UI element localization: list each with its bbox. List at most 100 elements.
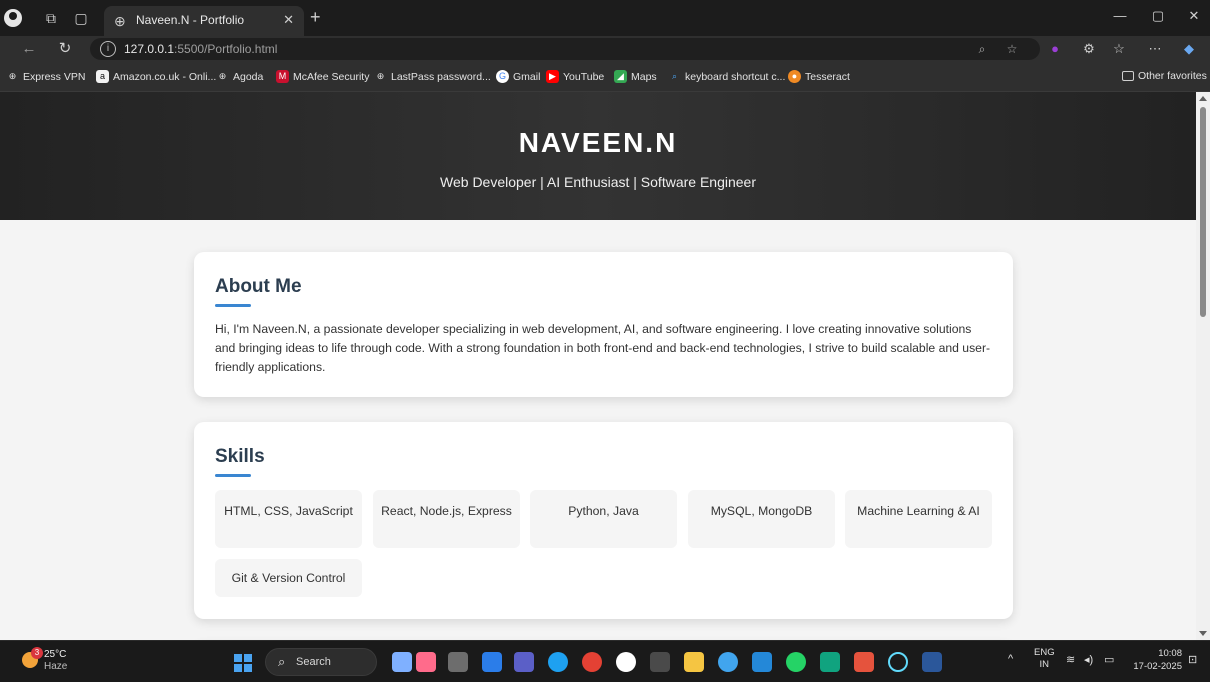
bookmark-agoda[interactable]: ⊕ Agoda xyxy=(216,70,264,83)
skills-title: Skills xyxy=(215,446,265,467)
bookmark-gmail[interactable]: G Gmail xyxy=(496,70,540,83)
taskbar-search[interactable]: ⌕ Search xyxy=(265,648,377,676)
folder-icon xyxy=(1122,71,1134,81)
globe-icon: ⊕ xyxy=(376,71,385,81)
hero-header: NAVEEN.N Web Developer | AI Enthusiast |… xyxy=(0,92,1196,220)
copilot-app-icon[interactable] xyxy=(416,652,436,672)
clock-time: 10:08 xyxy=(1158,648,1182,659)
tab-actions-icon[interactable]: ▢ xyxy=(72,9,90,27)
copilot-icon[interactable]: ◆ xyxy=(1180,40,1198,58)
bookmark-label: Gmail xyxy=(513,70,541,83)
bookmark-mcafee[interactable]: M McAfee Security xyxy=(276,70,369,83)
address-bar-row: ← ↻ i 127.0.0.1:5500/Portfolio.html ⌕ ☆ … xyxy=(0,36,1210,62)
globe-icon: ⊕ xyxy=(8,71,17,81)
react-icon[interactable] xyxy=(888,652,908,672)
minimize-icon[interactable]: — xyxy=(1110,8,1130,23)
search-label: Search xyxy=(296,656,331,668)
bookmark-express-vpn[interactable]: ⊕ Express VPN xyxy=(6,70,86,83)
new-tab-icon[interactable]: + xyxy=(310,8,321,26)
store-icon[interactable] xyxy=(650,652,670,672)
close-window-icon[interactable]: ✕ xyxy=(1184,8,1204,24)
skill-item: Machine Learning & AI xyxy=(845,490,992,548)
copilot-taskbar-icon[interactable] xyxy=(482,652,502,672)
lang-top: ENG xyxy=(1034,647,1055,658)
windows-taskbar: 3 25°C Haze ⌕ Search ^ ENG IN ≋ ◂) ▭ 10:… xyxy=(0,640,1210,682)
bookmark-amazon[interactable]: a Amazon.co.uk - Onli... xyxy=(96,70,216,83)
close-tab-icon[interactable]: ✕ xyxy=(283,12,294,28)
active-tab[interactable]: ⊕ Naveen.N - Portfolio ✕ xyxy=(104,6,304,36)
site-info-icon[interactable]: i xyxy=(100,41,116,57)
skill-item: Python, Java xyxy=(530,490,677,548)
word-icon[interactable] xyxy=(922,652,942,672)
chrome-icon[interactable] xyxy=(582,652,602,672)
battery-icon[interactable]: ▭ xyxy=(1104,653,1114,666)
volume-icon[interactable]: ◂) xyxy=(1084,653,1093,666)
language-indicator[interactable]: ENG IN xyxy=(1034,647,1055,671)
mcafee-icon: M xyxy=(276,70,289,83)
about-title: About Me xyxy=(215,276,302,297)
skill-item: React, Node.js, Express xyxy=(373,490,520,548)
title-underline xyxy=(215,474,251,477)
url-input[interactable]: i 127.0.0.1:5500/Portfolio.html ⌕ ☆ xyxy=(90,38,1040,60)
bookmark-keyboard-shortcut[interactable]: ⌕ keyboard shortcut c... xyxy=(668,70,785,83)
skill-item: Git & Version Control xyxy=(215,559,362,597)
search-icon: ⌕ xyxy=(278,654,286,669)
teams-icon[interactable] xyxy=(514,652,534,672)
page-scrollbar[interactable] xyxy=(1196,92,1210,640)
bookmark-label: Other favorites xyxy=(1138,70,1207,82)
google-icon: G xyxy=(496,70,509,83)
youtube-icon: ▶ xyxy=(546,70,559,83)
back-icon[interactable]: ← xyxy=(20,40,38,58)
whatsapp-icon[interactable] xyxy=(786,652,806,672)
bookmark-label: Tesseract xyxy=(805,70,850,83)
globe-icon: ⊕ xyxy=(218,71,227,81)
zoom-icon[interactable]: ⌕ xyxy=(974,41,990,57)
bookmark-label: Agoda xyxy=(233,70,264,83)
extensions-puzzle-icon[interactable]: ⚙ xyxy=(1080,40,1098,58)
favorites-icon[interactable]: ☆ xyxy=(1110,40,1128,58)
vscode-icon[interactable] xyxy=(752,652,772,672)
bookmark-label: Maps xyxy=(631,70,657,83)
restore-icon[interactable]: ▢ xyxy=(1148,8,1168,24)
skill-item: MySQL, MongoDB xyxy=(688,490,835,548)
other-favorites-folder[interactable]: Other favorites xyxy=(1122,70,1207,82)
chatgpt-icon[interactable] xyxy=(820,652,840,672)
bookmark-tesseract[interactable]: ● Tesseract xyxy=(788,70,850,83)
scroll-up-arrow[interactable] xyxy=(1199,96,1207,101)
search-icon: ⌕ xyxy=(671,71,678,81)
opera-icon[interactable] xyxy=(616,652,636,672)
wifi-icon[interactable]: ≋ xyxy=(1066,653,1075,666)
refresh-icon[interactable]: ↻ xyxy=(56,40,74,58)
app-icon[interactable] xyxy=(718,652,738,672)
notifications-icon[interactable]: ⊡ xyxy=(1188,653,1197,666)
more-options-icon[interactable]: ⋯ xyxy=(1146,40,1164,58)
weather-desc: Haze xyxy=(44,661,68,672)
bookmark-label: McAfee Security xyxy=(293,70,370,83)
extension-icon[interactable]: ● xyxy=(1046,40,1064,58)
tab-title: Naveen.N - Portfolio xyxy=(136,13,245,27)
favorite-star-icon[interactable]: ☆ xyxy=(1004,41,1020,57)
bookmark-maps[interactable]: ◢ Maps xyxy=(614,70,657,83)
edge-icon[interactable] xyxy=(548,652,568,672)
widgets-app-icon[interactable] xyxy=(392,652,412,672)
bookmark-lastpass[interactable]: ⊕ LastPass password... xyxy=(374,70,491,83)
show-hidden-icons[interactable]: ^ xyxy=(1008,653,1013,665)
bookmark-label: LastPass password... xyxy=(391,70,491,83)
profile-icon[interactable] xyxy=(4,9,22,27)
lang-bottom: IN xyxy=(1039,659,1050,670)
bookmarks-bar: ⊕ Express VPN a Amazon.co.uk - Onli... ⊕… xyxy=(0,62,1210,92)
url-text: 127.0.0.1:5500/Portfolio.html xyxy=(124,42,278,56)
task-view-icon[interactable] xyxy=(448,652,468,672)
clock[interactable]: 10:08 17-02-2025 xyxy=(1128,647,1182,673)
skills-card: Skills HTML, CSS, JavaScript React, Node… xyxy=(194,422,1013,619)
scroll-down-arrow[interactable] xyxy=(1199,631,1207,636)
scroll-thumb[interactable] xyxy=(1200,107,1206,317)
app-icon[interactable] xyxy=(854,652,874,672)
workspaces-icon[interactable]: ⧉ xyxy=(42,9,60,27)
file-explorer-icon[interactable] xyxy=(684,652,704,672)
bookmark-youtube[interactable]: ▶ YouTube xyxy=(546,70,604,83)
amazon-icon: a xyxy=(96,70,109,83)
bookmark-label: Amazon.co.uk - Onli... xyxy=(113,70,217,83)
windows-start-icon[interactable] xyxy=(234,654,252,672)
bookmark-label: Express VPN xyxy=(23,70,86,83)
